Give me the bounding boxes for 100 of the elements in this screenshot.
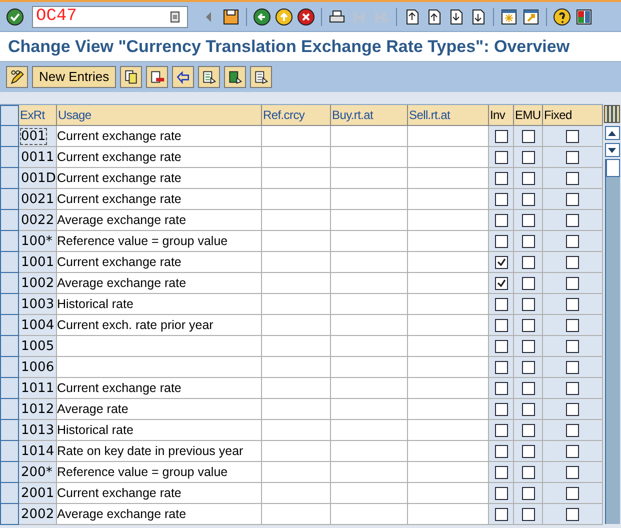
checkbox[interactable] [522, 150, 534, 164]
column-header[interactable]: EMU [514, 105, 543, 126]
checkbox[interactable] [566, 276, 579, 290]
checkbox[interactable] [522, 402, 534, 416]
checkbox[interactable] [522, 192, 534, 206]
checkbox[interactable] [522, 172, 534, 184]
checkbox[interactable] [494, 508, 508, 520]
checkbox[interactable] [494, 192, 508, 206]
check-icon[interactable] [6, 8, 24, 26]
checkbox[interactable] [566, 424, 579, 436]
checkbox[interactable] [522, 298, 534, 310]
back-icon[interactable] [253, 8, 271, 26]
row-selector[interactable] [0, 462, 19, 483]
checkbox[interactable] [522, 234, 534, 248]
scroll-down-button[interactable] [604, 143, 620, 157]
column-header[interactable]: Sell.rt.at [408, 105, 489, 126]
checkbox[interactable] [566, 466, 579, 478]
row-selector[interactable] [0, 189, 19, 210]
row-selector[interactable] [0, 420, 19, 441]
row-selector[interactable] [0, 315, 19, 336]
checkbox[interactable] [522, 508, 534, 520]
checkbox[interactable] [566, 360, 579, 374]
column-header[interactable]: Ref.crcy [262, 105, 331, 126]
checkbox[interactable] [566, 508, 579, 520]
checkbox[interactable] [566, 192, 579, 206]
cancel-icon[interactable] [297, 8, 315, 26]
command-field[interactable]: OC47 [32, 6, 188, 28]
checkbox[interactable] [494, 214, 508, 226]
checkbox[interactable] [494, 486, 508, 500]
shortcut-icon[interactable] [522, 8, 540, 26]
copy-icon[interactable] [120, 66, 142, 88]
layout-icon[interactable] [575, 8, 593, 26]
checkbox[interactable] [522, 360, 534, 374]
scroll-up-button[interactable] [604, 126, 620, 140]
select-block-icon[interactable] [224, 66, 246, 88]
undo-icon[interactable] [172, 66, 194, 88]
checkbox[interactable] [494, 298, 508, 310]
scrollbar[interactable] [604, 159, 620, 524]
column-header[interactable]: Inv [489, 105, 514, 126]
checkbox[interactable] [494, 256, 508, 268]
checkbox[interactable] [566, 214, 579, 226]
checkbox[interactable] [494, 150, 508, 164]
checkbox[interactable] [566, 150, 579, 164]
key-cell[interactable]: 001 [20, 128, 47, 144]
checkbox[interactable] [522, 214, 534, 226]
pencil-glasses-icon[interactable] [6, 66, 28, 88]
new-window-icon[interactable] [500, 8, 518, 26]
help-icon[interactable] [553, 8, 571, 26]
checkbox[interactable] [522, 444, 534, 458]
checkbox[interactable] [494, 466, 508, 478]
row-selector[interactable] [0, 294, 19, 315]
row-selector[interactable] [0, 399, 19, 420]
checkbox[interactable] [566, 234, 579, 248]
row-selector[interactable] [0, 210, 19, 231]
checkbox[interactable] [566, 130, 579, 142]
checkbox[interactable] [566, 172, 579, 184]
column-header[interactable]: ExRt [19, 105, 57, 126]
checkbox[interactable] [494, 382, 508, 394]
select-all-button[interactable] [0, 105, 19, 126]
checkbox[interactable] [522, 424, 534, 436]
checkbox[interactable] [494, 402, 508, 416]
row-selector[interactable] [0, 231, 19, 252]
checkbox[interactable] [522, 382, 534, 394]
checkbox[interactable] [522, 276, 534, 290]
checkbox[interactable] [522, 130, 534, 142]
checkbox[interactable] [566, 402, 579, 416]
row-selector[interactable] [0, 168, 19, 189]
checkbox[interactable] [494, 234, 508, 248]
checkbox[interactable] [566, 382, 579, 394]
checkbox[interactable] [494, 340, 508, 352]
checkbox[interactable] [522, 486, 534, 500]
checkbox[interactable] [566, 340, 579, 352]
checkbox[interactable] [522, 466, 534, 478]
row-selector[interactable] [0, 483, 19, 504]
select-all-icon[interactable] [198, 66, 220, 88]
checkbox[interactable] [494, 444, 508, 458]
print-icon[interactable] [328, 8, 346, 26]
checkbox[interactable] [494, 276, 508, 290]
column-header[interactable]: Buy.rt.at [331, 105, 408, 126]
checkbox[interactable] [566, 444, 579, 458]
row-selector[interactable] [0, 441, 19, 462]
new-entries-button[interactable]: New Entries [32, 66, 116, 88]
checkbox[interactable] [522, 340, 534, 352]
checkbox[interactable] [566, 298, 579, 310]
column-settings-icon[interactable] [604, 105, 620, 123]
row-selector[interactable] [0, 252, 19, 273]
column-header[interactable]: Usage [57, 105, 262, 126]
checkbox[interactable] [566, 486, 579, 500]
checkbox[interactable] [494, 424, 508, 436]
save-icon[interactable] [222, 8, 240, 26]
checkbox[interactable] [494, 172, 508, 184]
column-header[interactable]: Fixed [543, 105, 603, 126]
row-selector[interactable] [0, 336, 19, 357]
checkbox[interactable] [566, 256, 579, 268]
row-selector[interactable] [0, 147, 19, 168]
checkbox[interactable] [522, 256, 534, 268]
checkbox[interactable] [522, 318, 534, 332]
deselect-all-icon[interactable] [250, 66, 272, 88]
delete-row-icon[interactable] [146, 66, 168, 88]
row-selector[interactable] [0, 504, 19, 525]
